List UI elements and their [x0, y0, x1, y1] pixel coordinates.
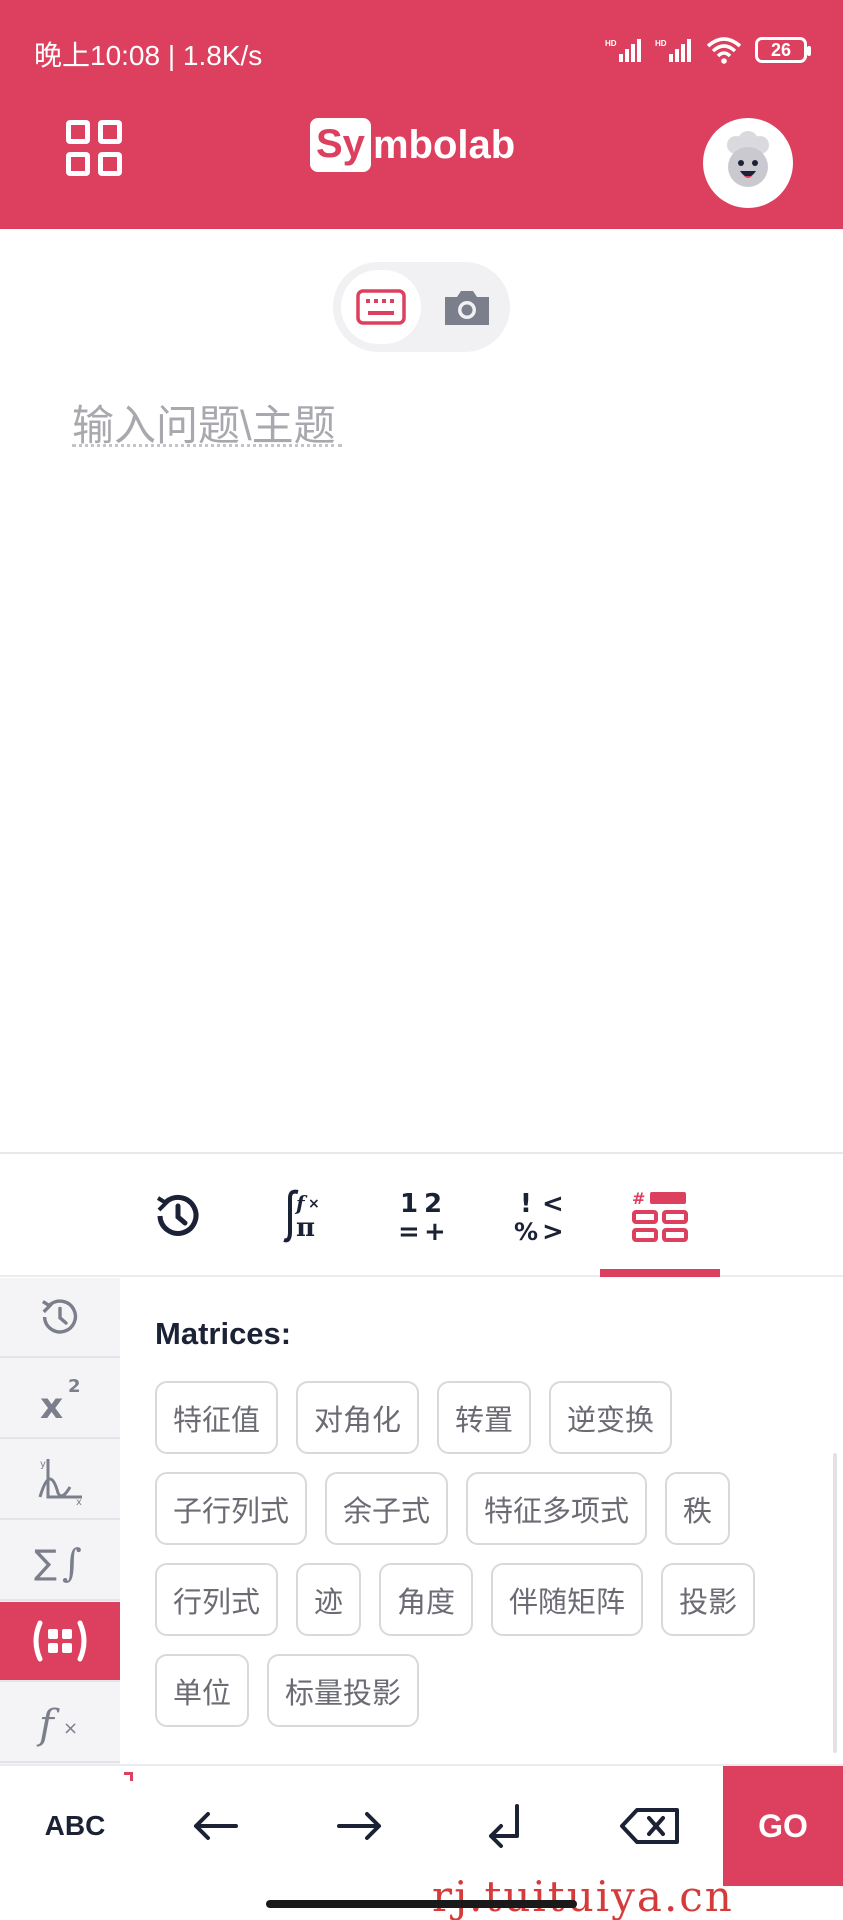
cursor-left-button[interactable] [165, 1766, 265, 1886]
chip-projection[interactable]: 投影 [661, 1563, 756, 1636]
chip-identity[interactable]: 单位 [155, 1654, 250, 1727]
svg-text:f: f [36, 1702, 60, 1748]
svg-text:x: x [76, 1497, 82, 1505]
signal-icon: HD [605, 39, 641, 62]
svg-text:f: f [294, 1191, 308, 1215]
matrix-icon [33, 1620, 87, 1662]
chip-eigenvalues[interactable]: 特征值 [155, 1381, 279, 1454]
svg-text:HD: HD [605, 39, 617, 48]
sum-integral-icon: ∑ ∫ [34, 1541, 82, 1585]
menu-grid-icon[interactable] [66, 120, 122, 176]
corner-mark-icon [124, 1772, 133, 1781]
svg-text:∫: ∫ [62, 1541, 82, 1585]
logo-text: mbolab [372, 123, 516, 167]
abc-keyboard-button[interactable]: ABC [20, 1766, 130, 1886]
graph-axes-icon: y x [38, 1459, 82, 1505]
matrix-chip-list: 特征值 对角化 转置 逆变换 子行列式 余子式 特征多项式 秩 行列式 迹 角度… [155, 1381, 795, 1727]
go-button[interactable]: GO [723, 1766, 843, 1886]
side-tab-history[interactable] [0, 1278, 120, 1358]
enter-button[interactable] [455, 1766, 555, 1886]
chip-minors[interactable]: 子行列式 [155, 1472, 308, 1545]
chip-inverse[interactable]: 逆变换 [549, 1381, 673, 1454]
keyboard-mode-button[interactable] [341, 270, 421, 344]
svg-text:<: < [542, 1189, 564, 1219]
logo-boxed-text: Sy [310, 118, 371, 172]
input-spellcheck-underline [72, 444, 342, 447]
status-time-speed: 晚上10:08 | 1.8K/s [34, 40, 263, 71]
tab-templates[interactable]: # [600, 1154, 720, 1277]
matrices-panel: Matrices: 特征值 对角化 转置 逆变换 子行列式 余子式 特征多项式 … [120, 1278, 843, 1764]
arrow-left-icon [194, 1812, 238, 1840]
svg-text:π: π [296, 1213, 315, 1243]
chip-rank[interactable]: 秩 [665, 1472, 731, 1545]
chip-characteristic-polynomial[interactable]: 特征多项式 [466, 1472, 648, 1545]
panel-scrollbar[interactable] [833, 1453, 837, 1753]
keyboard-side-tabs: x 2 y x ∑ ∫ f × [0, 1278, 120, 1764]
backspace-icon [620, 1808, 679, 1844]
matrix-template-icon: # [632, 1189, 688, 1242]
chip-scalar-projection[interactable]: 标量投影 [267, 1654, 420, 1727]
svg-text:y: y [40, 1459, 46, 1470]
side-tab-power[interactable]: x 2 [0, 1359, 120, 1439]
svg-text:#: # [632, 1189, 645, 1208]
numbers-icon: 1 2 = + [398, 1189, 446, 1246]
side-tab-sum-integral[interactable]: ∑ ∫ [0, 1521, 120, 1601]
home-indicator[interactable] [266, 1900, 577, 1908]
side-tab-function[interactable]: f × [0, 1683, 120, 1763]
signal-icon: HD [655, 39, 691, 62]
battery-level: 26 [770, 39, 792, 60]
chip-adjoint[interactable]: 伴随矩阵 [491, 1563, 644, 1636]
arrow-right-icon [337, 1812, 381, 1840]
wifi-icon [706, 37, 742, 64]
tab-numbers[interactable]: 1 2 = + [362, 1154, 482, 1277]
backspace-button[interactable] [600, 1766, 700, 1886]
svg-text:HD: HD [655, 39, 667, 48]
symbols-icon: ! < % > [514, 1189, 564, 1246]
function-icon: f × [36, 1702, 78, 1748]
panel-title: Matrices: [155, 1316, 292, 1351]
svg-text:>: > [542, 1217, 564, 1246]
chef-avatar-icon [727, 131, 769, 187]
cursor-right-button[interactable] [310, 1766, 410, 1886]
keyboard-icon [356, 289, 406, 325]
status-icons: HD HD 26 [605, 36, 811, 64]
battery-icon: 26 [755, 37, 811, 63]
chip-diagonalize[interactable]: 对角化 [296, 1381, 420, 1454]
camera-icon [445, 291, 489, 325]
tab-history[interactable] [118, 1154, 238, 1277]
user-avatar[interactable] [703, 118, 793, 208]
side-tab-matrix[interactable] [0, 1602, 120, 1682]
chip-angle[interactable]: 角度 [379, 1563, 474, 1636]
svg-text:+: + [424, 1217, 446, 1246]
app-header: 晚上10:08 | 1.8K/s HD HD 26 Sy mbolab [0, 0, 843, 229]
chip-cofactor[interactable]: 余子式 [325, 1472, 449, 1545]
chip-transpose[interactable]: 转置 [437, 1381, 532, 1454]
enter-icon [489, 1804, 519, 1848]
svg-text:%: % [514, 1218, 538, 1246]
svg-text:=: = [398, 1217, 420, 1246]
history-icon [41, 1299, 78, 1334]
input-mode-toggle [333, 262, 510, 352]
svg-text:2: 2 [68, 1376, 81, 1397]
side-tab-graph[interactable]: y x [0, 1440, 120, 1520]
problem-input[interactable] [72, 396, 772, 456]
tab-symbols[interactable]: ! < % > [480, 1154, 600, 1277]
svg-text:×: × [308, 1196, 320, 1212]
integral-function-icon: f × π [283, 1189, 320, 1243]
chip-determinant[interactable]: 行列式 [155, 1563, 279, 1636]
watermark: rj.tuituiya.cn [432, 1872, 734, 1920]
svg-text:x: x [40, 1386, 63, 1426]
tab-functions[interactable]: f × π [240, 1154, 360, 1277]
history-icon [156, 1194, 199, 1236]
svg-text:!: ! [520, 1189, 532, 1219]
svg-text:2: 2 [424, 1189, 442, 1219]
camera-mode-button[interactable] [429, 270, 505, 344]
keyboard-category-tabs: f × π 1 2 = + ! < % > # [0, 1152, 843, 1277]
svg-text:×: × [63, 1718, 78, 1739]
svg-text:1: 1 [400, 1189, 418, 1219]
svg-text:∑: ∑ [34, 1543, 57, 1583]
power-icon: x 2 [40, 1376, 81, 1426]
chip-trace[interactable]: 迹 [296, 1563, 362, 1636]
symbolab-logo: Sy mbolab [310, 118, 515, 172]
